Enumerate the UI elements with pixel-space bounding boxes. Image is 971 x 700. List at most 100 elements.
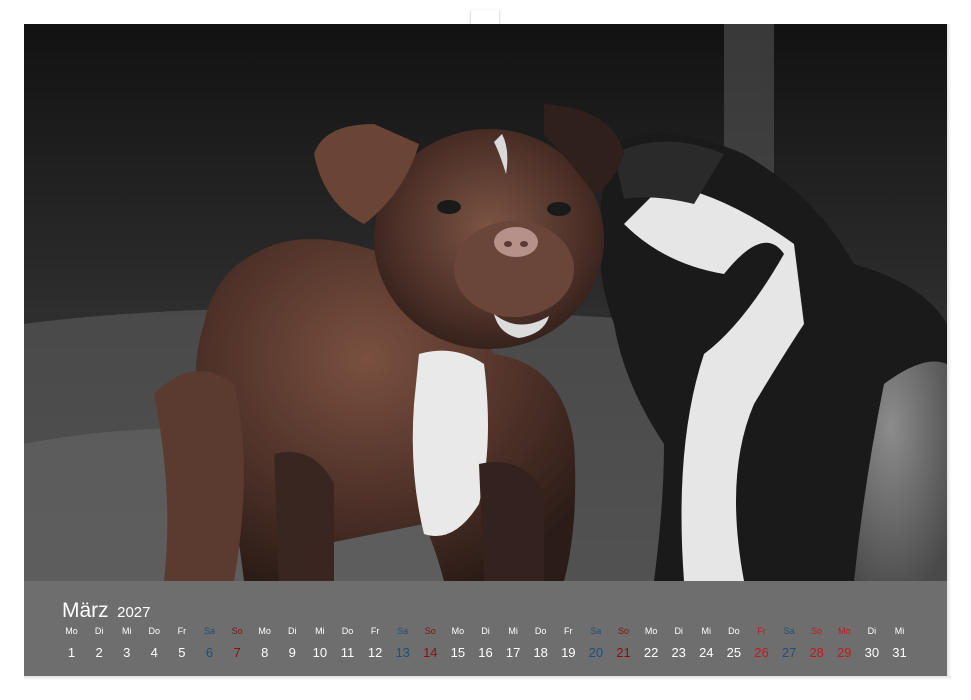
weekday-label: Di	[94, 626, 104, 636]
calendar-title: März 2027	[62, 599, 151, 623]
weekday-label: Di	[288, 626, 297, 636]
calendar-day: Di 30	[858, 625, 885, 661]
day-number: 10	[312, 645, 328, 660]
calendar-day: Sa 20	[582, 625, 609, 661]
day-number: 29	[837, 645, 852, 660]
day-number: 25	[726, 645, 742, 660]
day-number: 14	[423, 645, 438, 660]
day-number: 3	[123, 645, 131, 660]
calendar-strip: März 2027 Mo 1 Di 2 Mi 3 Do 4 Fr 5 Sa 6 So 7 Mo 8 Di 9 Mi 1…	[24, 581, 947, 676]
day-number: 11	[340, 645, 355, 660]
weekday-label: Mo	[451, 626, 465, 636]
day-number: 15	[450, 645, 466, 660]
calendar-day: Do 4	[141, 625, 168, 661]
calendar-day: Mi 31	[886, 625, 913, 661]
day-number: 28	[809, 645, 824, 660]
day-number: 9	[288, 645, 296, 660]
calendar-day: Di 2	[86, 625, 113, 661]
weekday-label: Mo	[65, 626, 78, 636]
weekday-label: So	[231, 626, 243, 636]
weekday-label: Do	[728, 626, 740, 636]
weekday-label: Sa	[397, 626, 409, 636]
weekday-label: Sa	[203, 626, 215, 636]
weekday-label: So	[811, 626, 823, 636]
day-number: 17	[505, 645, 521, 660]
day-number: 30	[864, 645, 880, 660]
day-number: 12	[367, 645, 383, 660]
day-number: 24	[699, 645, 714, 660]
day-number: 21	[616, 645, 631, 660]
weekday-label: Mi	[508, 626, 518, 636]
calendar-photo	[24, 24, 947, 581]
calendar-day: Mo 8	[251, 625, 278, 661]
day-number: 20	[588, 645, 604, 660]
calendar-day: Do 11	[334, 625, 361, 661]
day-number: 4	[150, 645, 158, 660]
weekday-label: So	[617, 626, 629, 636]
day-number: 26	[754, 645, 769, 660]
day-number: 18	[533, 645, 548, 660]
calendar-day: Fr 12	[362, 625, 389, 661]
weekday-label: Do	[534, 626, 547, 636]
calendar-day: Fr 19	[555, 625, 582, 661]
weekday-label: Mo	[258, 626, 271, 636]
calendar-day: Mo 22	[638, 625, 665, 661]
day-number: 19	[561, 645, 576, 660]
weekday-label: Mi	[701, 626, 712, 636]
day-number: 5	[178, 645, 186, 660]
calendar-day: So 21	[610, 625, 637, 661]
calendar-day: So 7	[224, 625, 251, 661]
weekday-label: Mi	[894, 626, 905, 636]
page-shadow-bottom	[24, 676, 951, 680]
month-name: März	[62, 599, 109, 622]
calendar-day: So 28	[803, 625, 830, 661]
day-number: 31	[892, 645, 907, 660]
weekday-label: Di	[674, 626, 683, 636]
weekday-label: Fr	[757, 626, 766, 636]
day-number: 27	[781, 645, 797, 660]
day-number: 22	[643, 645, 659, 660]
weekday-label: Mo	[838, 626, 851, 636]
weekday-label: Mo	[644, 626, 658, 636]
day-number: 13	[395, 645, 410, 660]
calendar-day: Fr 26	[748, 625, 775, 661]
weekday-label: Di	[481, 626, 490, 636]
calendar-day: Mi 17	[500, 625, 527, 661]
day-number: 16	[478, 645, 493, 660]
weekday-label: Fr	[177, 626, 187, 636]
weekday-label: Mi	[121, 626, 132, 636]
day-number: 1	[67, 645, 76, 660]
day-number: 23	[671, 645, 686, 660]
calendar-day: Mo 29	[831, 625, 858, 661]
calendar-day: Fr 5	[168, 625, 195, 661]
weekday-label: So	[424, 626, 436, 636]
page-shadow-right	[947, 24, 951, 676]
weekday-label: Do	[341, 626, 354, 636]
calendar-day: Mi 3	[113, 625, 140, 661]
calendar-day: Mo 15	[444, 625, 471, 661]
calendar-day: Sa 6	[196, 625, 223, 661]
calendar-day: Do 18	[527, 625, 554, 661]
weekday-label: Fr	[564, 626, 573, 636]
weekday-label: Fr	[370, 626, 380, 636]
calendar-day: Do 25	[720, 625, 747, 661]
weekday-label: Sa	[783, 626, 795, 636]
weekday-label: Di	[867, 626, 877, 636]
weekday-label: Do	[148, 626, 161, 636]
day-number: 6	[205, 645, 214, 660]
day-number: 8	[261, 645, 269, 660]
calendar-day: Sa 27	[776, 625, 803, 661]
calendar-day: So 14	[417, 625, 444, 661]
calendar-day: Mi 10	[306, 625, 333, 661]
year: 2027	[117, 604, 151, 621]
calendar-day: Mo 1	[58, 625, 85, 661]
day-number: 2	[95, 645, 103, 660]
calendar-day: Di 9	[279, 625, 306, 661]
day-number: 7	[233, 645, 241, 660]
calendar-day: Sa 13	[389, 625, 416, 661]
calendar-day: Di 16	[472, 625, 499, 661]
weekday-label: Mi	[315, 626, 325, 636]
calendar-day: Mi 24	[693, 625, 720, 661]
weekday-label: Sa	[590, 626, 602, 636]
calendar-day: Di 23	[665, 625, 692, 661]
